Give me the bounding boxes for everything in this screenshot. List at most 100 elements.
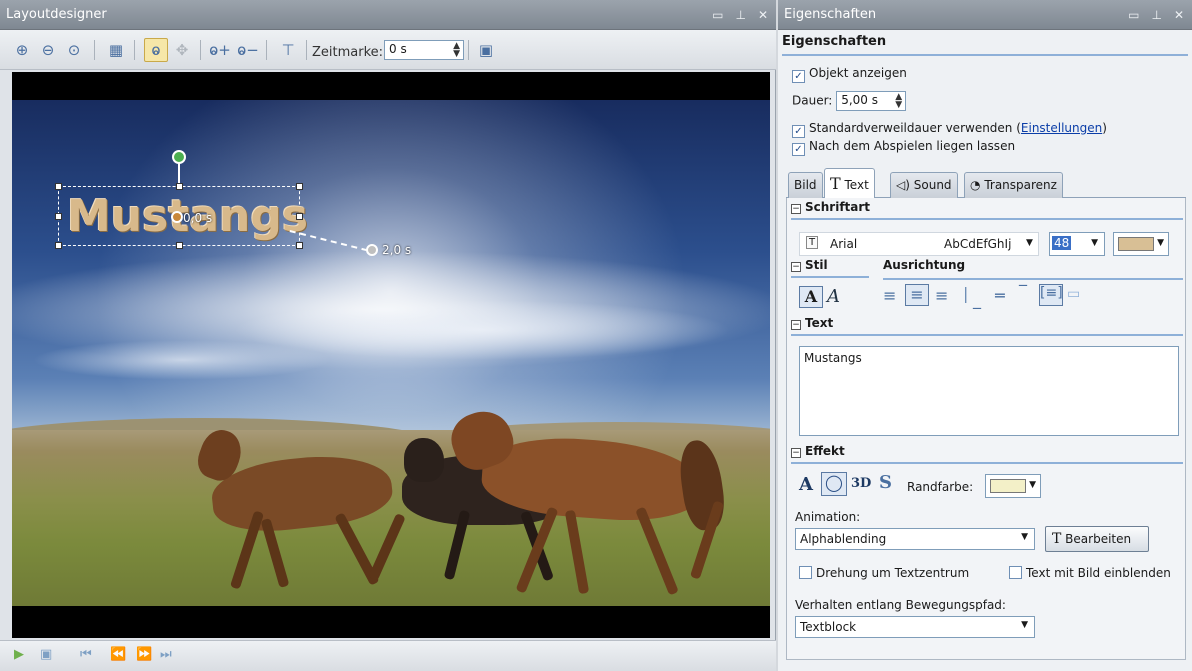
chevron-down-icon[interactable]: ▼ [1029, 480, 1036, 490]
play-icon[interactable]: ▶ [14, 647, 24, 662]
zoom-fit-icon[interactable]: ⊙ [62, 38, 86, 62]
spinner-icon[interactable]: ▲ ▼ [453, 42, 460, 59]
zeitmarke-input[interactable]: 0 s ▲ ▼ [384, 40, 464, 60]
tab-text-label: Text [844, 178, 869, 192]
randfarbe-picker[interactable]: ▼ [985, 474, 1041, 498]
grid-icon[interactable]: ▦ [104, 38, 128, 62]
zeitmarke-value: 0 s [389, 42, 407, 56]
checkbox-checked-icon[interactable]: ✓ [792, 143, 805, 156]
close-icon[interactable]: ✕ [758, 0, 768, 30]
effect-plain-button[interactable]: A [799, 474, 813, 495]
section-schriftart-label: Schriftart [805, 200, 871, 214]
remove-point-icon[interactable]: ⱺ− [236, 38, 260, 62]
pin-icon[interactable]: ⊥ [1151, 0, 1161, 30]
effect-shadow-button[interactable]: S [879, 472, 892, 493]
checkbox-unchecked-icon[interactable] [799, 566, 812, 579]
font-size-select[interactable]: 48 ▼ [1049, 232, 1105, 256]
resize-handle[interactable] [55, 183, 62, 190]
standard-checkbox[interactable]: ✓ Standardverweildauer verwenden (Einstel… [792, 121, 1107, 138]
align-left-icon[interactable]: ≡ [883, 286, 896, 305]
ausrichtung-label: Ausrichtung [883, 258, 966, 272]
checkbox-checked-icon[interactable]: ✓ [792, 125, 805, 138]
prev-frame-icon[interactable]: ⏪ [110, 647, 126, 662]
add-point-icon[interactable]: ⱺ+ [208, 38, 232, 62]
resize-handle[interactable] [55, 213, 62, 220]
bold-style-button[interactable]: A [799, 286, 823, 308]
motion-path-icon[interactable]: ⱺ [144, 38, 168, 62]
effect-outline-button[interactable]: ◯ [821, 472, 847, 496]
effect-3d-button[interactable]: 3D [851, 476, 871, 491]
section-stil[interactable]: − Stil [791, 258, 869, 278]
section-text[interactable]: − Text [791, 316, 1183, 336]
resize-handle[interactable] [296, 242, 303, 249]
path-start-point[interactable] [171, 211, 183, 223]
chevron-down-icon[interactable]: ▼ [1026, 238, 1033, 248]
resize-handle[interactable] [176, 183, 183, 190]
stretch-icon[interactable]: ▭ [1067, 286, 1080, 302]
layoutdesigner-pane: Layoutdesigner ▭ ⊥ ✕ ⊕ ⊖ ⊙ ▦ ⱺ ✥ ⱺ+ ⱺ− ⊤… [0, 0, 776, 671]
tab-sound[interactable]: ◁) Sound [890, 172, 958, 198]
section-schriftart[interactable]: − Schriftart [791, 200, 1183, 220]
zoom-out-icon[interactable]: ⊖ [36, 38, 60, 62]
animation-select[interactable]: Alphablending ▼ [795, 528, 1035, 550]
pin-icon[interactable]: ⊥ [735, 0, 745, 30]
chevron-down-icon[interactable]: ▼ [1157, 238, 1164, 248]
layoutdesigner-titlebar: Layoutdesigner ▭ ⊥ ✕ [0, 0, 776, 30]
collapse-icon[interactable]: − [791, 262, 801, 272]
first-frame-icon[interactable]: ⏮ [80, 647, 92, 662]
einstellungen-link[interactable]: Einstellungen [1021, 121, 1102, 135]
chevron-down-icon[interactable]: ▼ [1091, 238, 1098, 248]
tab-sound-label: Sound [913, 178, 952, 192]
move-icon[interactable]: ✥ [170, 38, 194, 62]
section-effekt-label: Effekt [805, 444, 845, 458]
verhalten-select[interactable]: Textblock ▼ [795, 616, 1035, 638]
valign-bottom-icon[interactable]: _ [973, 290, 981, 309]
tab-text[interactable]: T Text [824, 168, 875, 199]
section-effekt[interactable]: − Effekt [791, 444, 1183, 464]
close-icon[interactable]: ✕ [1174, 0, 1184, 30]
zoom-in-icon[interactable]: ⊕ [10, 38, 34, 62]
last-frame-icon[interactable]: ⏭ [160, 647, 172, 662]
chevron-down-icon[interactable]: ▼ [1021, 532, 1028, 542]
preview-icon[interactable]: ▣ [40, 647, 52, 662]
checkbox-checked-icon[interactable]: ✓ [792, 70, 805, 83]
align-right-icon[interactable]: ≡ [935, 286, 948, 305]
collapse-icon[interactable]: − [791, 320, 801, 330]
align-icon[interactable]: ⊤ [276, 38, 300, 62]
collapse-icon[interactable]: − [791, 204, 801, 214]
bearbeiten-button[interactable]: T Bearbeiten [1045, 526, 1149, 552]
float-icon[interactable]: ▭ [712, 0, 723, 30]
tab-bild[interactable]: Bild [788, 172, 823, 198]
spinner-icon[interactable]: ▲ ▼ [895, 93, 902, 110]
path-end-point[interactable] [366, 244, 378, 256]
verhalten-value: Textblock [800, 620, 857, 634]
liegen-checkbox[interactable]: ✓ Nach dem Abspielen liegen lassen [792, 139, 1015, 156]
next-frame-icon[interactable]: ⏩ [136, 647, 152, 662]
objekt-anzeigen-checkbox[interactable]: ✓ Objekt anzeigen [792, 66, 907, 83]
resize-handle[interactable] [296, 183, 303, 190]
collapse-icon[interactable]: − [791, 448, 801, 458]
resize-handle[interactable] [296, 213, 303, 220]
valign-middle-icon[interactable]: ═ [995, 286, 1005, 305]
text-input[interactable]: Mustangs [799, 346, 1179, 436]
float-icon[interactable]: ▭ [1128, 0, 1139, 30]
resize-handle[interactable] [176, 242, 183, 249]
layout-canvas[interactable]: Mustangs 0,0 s 2,0 s [12, 72, 770, 638]
resize-handle[interactable] [55, 242, 62, 249]
text-mit-bild-label: Text mit Bild einblenden [1026, 566, 1171, 580]
text-mit-bild-checkbox[interactable]: Text mit Bild einblenden [1009, 566, 1171, 580]
layout-toolbar: ⊕ ⊖ ⊙ ▦ ⱺ ✥ ⱺ+ ⱺ− ⊤ Zeitmarke: 0 s ▲ ▼ ▣ [0, 30, 776, 70]
italic-style-button[interactable]: A [827, 286, 840, 307]
font-color-picker[interactable]: ▼ [1113, 232, 1169, 256]
tab-transparenz[interactable]: ◔ Transparenz [964, 172, 1063, 198]
valign-top-icon[interactable]: ‾ [1019, 282, 1027, 301]
font-select[interactable]: T Arial AbCdEfGhIj ▼ [799, 232, 1039, 256]
checkbox-unchecked-icon[interactable] [1009, 566, 1022, 579]
dauer-input[interactable]: 5,00 s ▲ ▼ [836, 91, 907, 111]
text-object-selection[interactable]: Mustangs 0,0 s [55, 183, 308, 249]
align-center-icon[interactable]: ≡ [905, 284, 929, 306]
fit-frame-icon[interactable]: [≡] [1039, 284, 1063, 306]
save-icon[interactable]: ▣ [474, 38, 498, 62]
drehung-checkbox[interactable]: Drehung um Textzentrum [799, 566, 969, 580]
chevron-down-icon[interactable]: ▼ [1021, 620, 1028, 630]
